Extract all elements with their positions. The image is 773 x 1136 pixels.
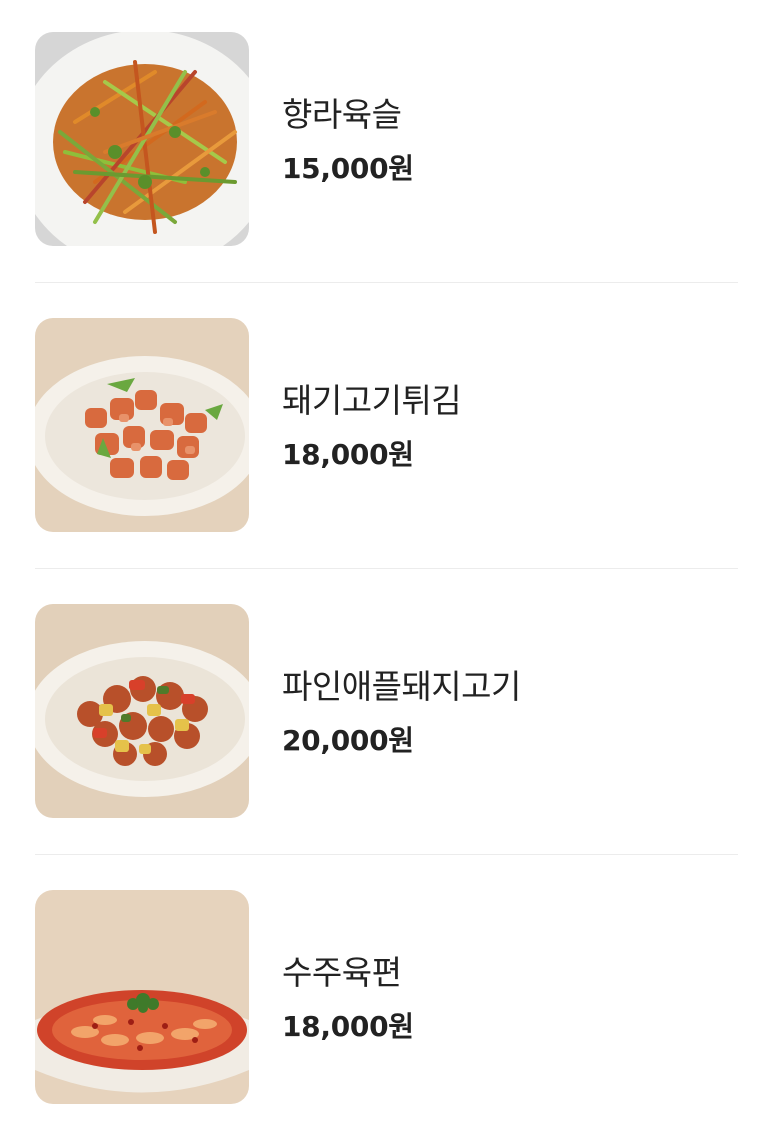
menu-item-name: 향라육슬 (282, 95, 402, 134)
menu-item-photo[interactable] (35, 32, 249, 246)
pineapple-pork-dish-photo (35, 604, 249, 818)
menu-item-photo[interactable] (35, 890, 249, 1104)
menu-item-price: 15,000원 (282, 152, 414, 185)
fried-pork-dish-photo (35, 318, 249, 532)
divider (35, 568, 738, 569)
menu-item[interactable]: 수주육편 18,000원 (0, 858, 773, 1136)
divider (35, 282, 738, 283)
menu-list: 향라육슬 15,000원 돼기고기튀김 18,000원 파인애플돼지고기 20,… (0, 0, 773, 1136)
menu-item-name: 수주육편 (282, 953, 402, 992)
menu-item-name: 돼기고기튀김 (282, 381, 462, 420)
menu-item[interactable]: 파인애플돼지고기 20,000원 (0, 572, 773, 858)
menu-item-price: 20,000원 (282, 724, 414, 757)
menu-item[interactable]: 향라육슬 15,000원 (0, 0, 773, 286)
menu-item-price: 18,000원 (282, 1010, 414, 1043)
spicy-boiled-pork-dish-photo (35, 890, 249, 1104)
shredded-pork-dish-photo (35, 32, 249, 246)
menu-item-price: 18,000원 (282, 438, 414, 471)
menu-item-photo[interactable] (35, 318, 249, 532)
menu-item-name: 파인애플돼지고기 (282, 667, 521, 706)
menu-item-photo[interactable] (35, 604, 249, 818)
menu-item[interactable]: 돼기고기튀김 18,000원 (0, 286, 773, 572)
divider (35, 854, 738, 855)
